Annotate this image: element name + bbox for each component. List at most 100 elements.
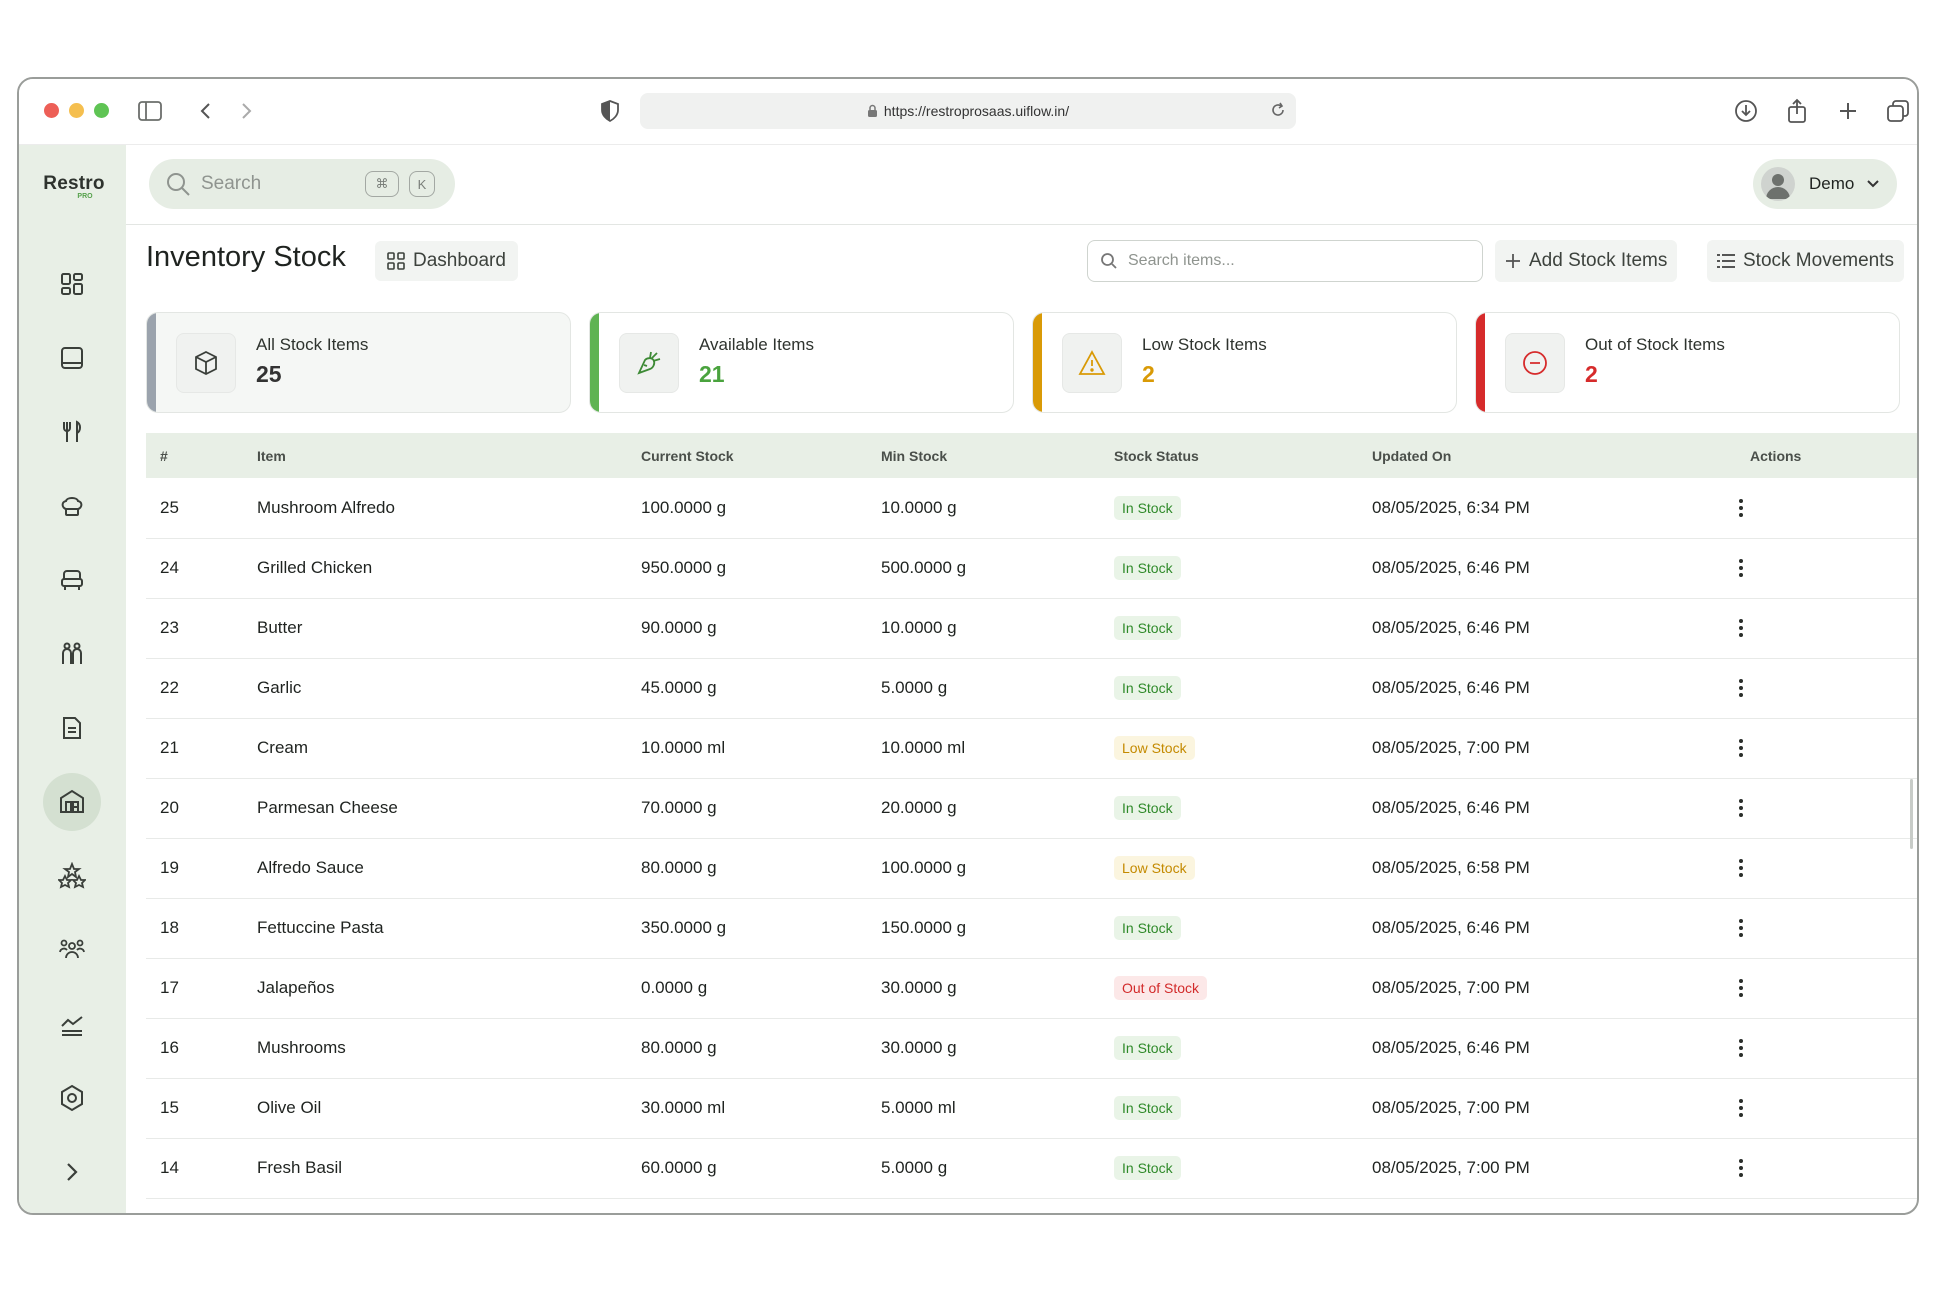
reload-icon[interactable] (1270, 102, 1286, 118)
cell-actions (1736, 478, 1917, 539)
cell-status: In Stock (1100, 898, 1358, 959)
column-header[interactable]: Stock Status (1100, 433, 1358, 478)
download-icon[interactable] (1733, 98, 1759, 124)
cell-actions (1736, 538, 1917, 599)
page-title: Inventory Stock (146, 241, 346, 273)
shortcut-cmd-key: ⌘ (365, 171, 399, 197)
cell-current-stock: 0.0000 g (627, 958, 867, 1019)
cell-actions (1736, 898, 1917, 959)
cell-updated: 08/05/2025, 6:46 PM (1358, 898, 1736, 959)
cell-updated: 08/05/2025, 6:46 PM (1358, 658, 1736, 719)
more-actions-icon[interactable] (1736, 498, 1746, 517)
forward-icon[interactable] (233, 98, 259, 124)
cell-actions (1736, 658, 1917, 719)
cell-min-stock: 500.0000 g (867, 538, 1100, 599)
table-row[interactable]: 23 Butter 90.0000 g 10.0000 g In Stock 08/05/… (146, 598, 1917, 659)
table-row[interactable]: 16 Mushrooms 80.0000 g 30.0000 g In Stock 08/… (146, 1018, 1917, 1079)
column-header[interactable]: Updated On (1358, 433, 1736, 478)
cell-actions (1736, 598, 1917, 659)
status-badge: In Stock (1114, 1096, 1181, 1120)
stat-value: 2 (1142, 361, 1155, 387)
more-actions-icon[interactable] (1736, 1099, 1746, 1117)
address-bar[interactable]: https://restroprosaas.uiflow.in/ (640, 93, 1296, 129)
cell-id: 22 (146, 658, 243, 719)
reports-icon[interactable] (43, 699, 101, 757)
cell-current-stock: 80.0000 g (627, 838, 867, 899)
staff-icon[interactable] (43, 625, 101, 683)
cell-min-stock: 10.0000 g (867, 598, 1100, 659)
back-icon[interactable] (193, 98, 219, 124)
cell-id: 16 (146, 1018, 243, 1079)
new-tab-icon[interactable] (1835, 98, 1861, 124)
cell-id: 25 (146, 478, 243, 539)
more-actions-icon[interactable] (1736, 619, 1746, 637)
cell-id: 15 (146, 1078, 243, 1139)
close-window-button[interactable] (44, 103, 59, 118)
app-logo[interactable]: Restro PRO (39, 173, 109, 200)
table-row[interactable]: 19 Alfredo Sauce 80.0000 g 100.0000 g Low St… (146, 838, 1917, 899)
stat-accent-bar (590, 313, 599, 412)
settings-icon[interactable] (43, 1069, 101, 1127)
column-header[interactable]: Item (243, 433, 627, 478)
table-row[interactable]: 20 Parmesan Cheese 70.0000 g 20.0000 g In St… (146, 778, 1917, 839)
dashboard-button[interactable]: Dashboard (375, 241, 518, 281)
cell-min-stock: 150.0000 g (867, 898, 1100, 959)
add-stock-items-button[interactable]: Add Stock Items (1495, 240, 1678, 282)
cell-updated: 08/05/2025, 6:46 PM (1358, 598, 1736, 659)
more-actions-icon[interactable] (1736, 559, 1746, 577)
tabs-overview-icon[interactable] (1885, 98, 1911, 124)
orders-icon[interactable] (43, 551, 101, 609)
status-badge: Low Stock (1114, 736, 1195, 760)
stock-movements-button[interactable]: Stock Movements (1707, 240, 1904, 282)
column-header[interactable]: Min Stock (867, 433, 1100, 478)
cell-updated: 08/05/2025, 6:46 PM (1358, 538, 1736, 599)
inventory-icon[interactable] (43, 773, 101, 831)
cell-updated: 08/05/2025, 7:00 PM (1358, 718, 1736, 779)
maximize-window-button[interactable] (94, 103, 109, 118)
column-header[interactable]: Current Stock (627, 433, 867, 478)
more-actions-icon[interactable] (1736, 979, 1746, 997)
stat-card-all: All Stock Items 25 (146, 312, 571, 413)
table-row[interactable]: 25 Mushroom Alfredo 100.0000 g 10.0000 g In … (146, 478, 1917, 539)
scrollbar-thumb[interactable] (1910, 779, 1913, 849)
table-row[interactable]: 18 Fettuccine Pasta 350.0000 g 150.0000 g In… (146, 898, 1917, 959)
table-row[interactable]: 14 Fresh Basil 60.0000 g 5.0000 g In Stock 08… (146, 1138, 1917, 1199)
reviews-icon[interactable] (43, 847, 101, 905)
minus-circle-icon (1505, 333, 1565, 393)
kitchen-icon[interactable] (43, 477, 101, 535)
more-actions-icon[interactable] (1736, 799, 1746, 817)
user-menu[interactable]: Demo (1753, 159, 1897, 209)
privacy-shield-icon[interactable] (597, 98, 623, 124)
cell-item: Mushroom Alfredo (243, 478, 627, 539)
sidebar-toggle-icon[interactable] (137, 98, 163, 124)
minimize-window-button[interactable] (69, 103, 84, 118)
more-actions-icon[interactable] (1736, 919, 1746, 937)
analytics-icon[interactable] (43, 995, 101, 1053)
more-actions-icon[interactable] (1736, 1159, 1746, 1177)
column-header[interactable]: # (146, 433, 243, 478)
table-row[interactable]: 15 Olive Oil 30.0000 ml 5.0000 ml In Stock 08… (146, 1078, 1917, 1139)
expand-icon[interactable] (43, 1143, 101, 1201)
cell-actions (1736, 958, 1917, 1019)
status-badge: Out of Stock (1114, 976, 1208, 1000)
more-actions-icon[interactable] (1736, 739, 1746, 757)
more-actions-icon[interactable] (1736, 859, 1746, 877)
dashboard-icon[interactable] (43, 255, 101, 313)
pos-icon[interactable] (43, 329, 101, 387)
share-icon[interactable] (1784, 98, 1810, 124)
more-actions-icon[interactable] (1736, 679, 1746, 697)
stat-value: 25 (256, 361, 282, 387)
more-actions-icon[interactable] (1736, 1039, 1746, 1057)
table-row[interactable]: 17 Jalapeños 0.0000 g 30.0000 g Out of Stock… (146, 958, 1917, 1019)
menu-icon[interactable] (43, 403, 101, 461)
cell-min-stock: 5.0000 ml (867, 1078, 1100, 1139)
table-row[interactable]: 21 Cream 10.0000 ml 10.0000 ml Low Stock 08/0… (146, 718, 1917, 779)
cell-id: 18 (146, 898, 243, 959)
customers-icon[interactable] (43, 921, 101, 979)
global-search[interactable]: Search ⌘ K (149, 159, 455, 209)
item-search-input[interactable] (1128, 252, 1468, 270)
table-row[interactable]: 22 Garlic 45.0000 g 5.0000 g In Stock 08/05/2… (146, 658, 1917, 719)
cell-current-stock: 80.0000 g (627, 1018, 867, 1079)
table-row[interactable]: 24 Grilled Chicken 950.0000 g 500.0000 g In … (146, 538, 1917, 599)
cell-actions (1736, 778, 1917, 839)
